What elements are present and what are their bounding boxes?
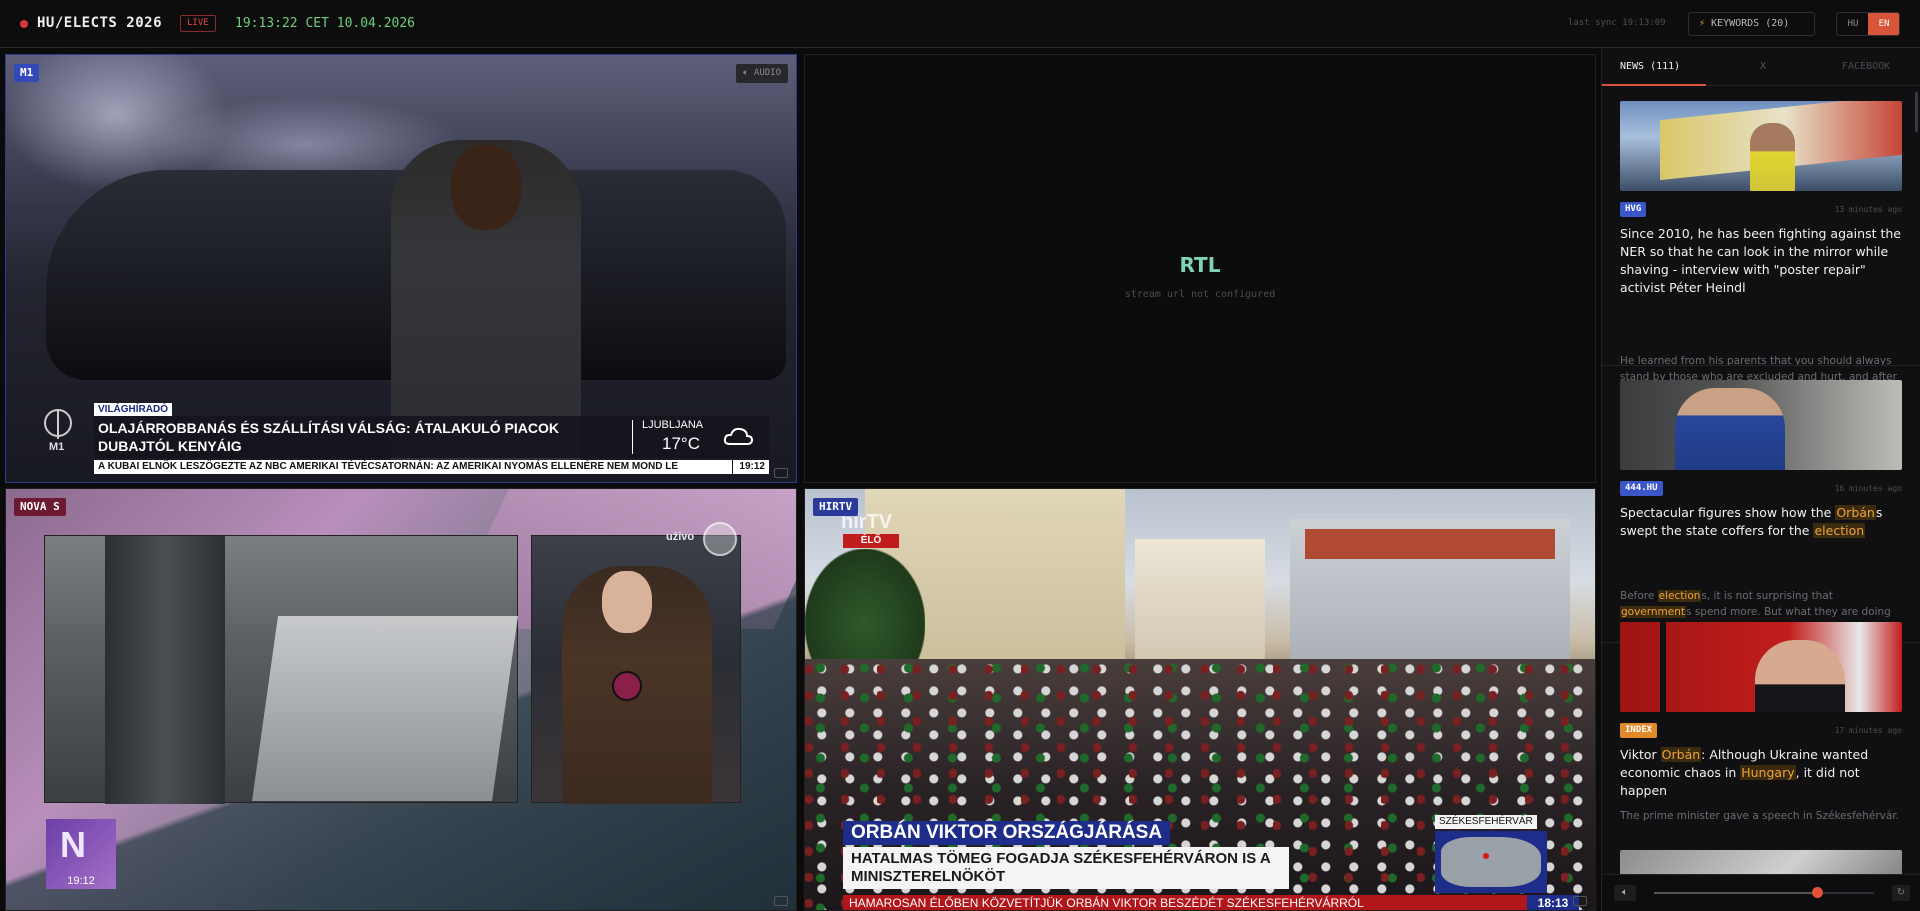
live-label: ÉLŐ	[843, 534, 899, 548]
bolt-icon: ⚡	[1699, 18, 1706, 29]
last-sync-status: last sync 19:13:09	[1568, 18, 1666, 28]
lower-third-title: ORBÁN VIKTOR ORSZÁGJÁRÁSA	[843, 821, 1171, 845]
hungary-map-icon	[1435, 831, 1547, 893]
keywords-button[interactable]: ⚡ KEYWORDS (20)	[1688, 12, 1815, 36]
ticker-text: A KUBAI ELNÖK LESZÖGEZTE AZ NBC AMERIKAI…	[98, 461, 679, 472]
volume-slider[interactable]	[1654, 887, 1874, 898]
m1-logo-label: M1	[49, 441, 65, 453]
nova-watermark-icon	[703, 522, 737, 556]
channel-name: RTL	[1179, 253, 1221, 277]
news-title[interactable]: Spectacular figures show how the Orbáns …	[1620, 504, 1902, 540]
headline: OLAJÁRROBBANÁS ÉS SZÁLLÍTÁSI VÁLSÁG: ÁTA…	[98, 420, 559, 454]
keyword-highlight: Hungary	[1740, 765, 1796, 780]
nova-corner-logo: N 19:12	[46, 819, 116, 889]
news-thumbnail	[1620, 622, 1902, 712]
stream-error-message: stream url not configured	[1124, 289, 1276, 300]
news-title[interactable]: Since 2010, he has been fighting against…	[1620, 225, 1902, 297]
program-name: VILÁGHÍRADÓ	[94, 403, 172, 416]
corner-time: 19:12	[67, 875, 95, 887]
keyword-highlight: government	[1620, 606, 1687, 618]
fullscreen-icon[interactable]	[774, 468, 788, 478]
m1-channel-logo: M1	[44, 409, 72, 453]
source-badge: INDEX	[1620, 723, 1658, 738]
reload-icon[interactable]: ↻	[1892, 885, 1910, 901]
clock: 19:13:22 CET 10.04.2026	[235, 16, 416, 31]
cloud-icon	[723, 427, 754, 445]
news-sidebar: NEWS (111) X FACEBOOK HVG 13 minutes ago…	[1601, 48, 1920, 911]
video-content-reporter	[531, 535, 741, 804]
fullscreen-icon[interactable]	[774, 896, 788, 906]
top-bar: HU/ELECTS 2026 LIVE 19:13:22 CET 10.04.2…	[0, 0, 1920, 48]
volume-slider-knob[interactable]	[1811, 887, 1823, 898]
news-thumbnail	[1620, 101, 1902, 191]
news-description: The prime minister gave a speech in Szék…	[1620, 810, 1900, 822]
lower-third-subtitle: HATALMAS TÖMEG FOGADJA SZÉKESFEHÉRVÁRON …	[843, 847, 1289, 889]
stream-tile-nova-s[interactable]: uživo N 19:12 NOVA S	[5, 488, 797, 911]
news-ticker: A KUBAI ELNÖK LESZÖGEZTE AZ NBC AMERIKAI…	[94, 460, 769, 474]
headline-box: OLAJÁRROBBANÁS ÉS SZÁLLÍTÁSI VÁLSÁG: ÁTA…	[94, 416, 769, 458]
divider	[1602, 365, 1920, 366]
news-ticker: HAMAROSAN ÉLŐBEN KÖZVETÍTJÜK ORBÁN VIKTO…	[843, 895, 1579, 910]
sidebar-tabs: NEWS (111) X FACEBOOK	[1602, 48, 1920, 86]
keyword-highlight: election	[1657, 590, 1702, 602]
source-badge: 444.HU	[1620, 481, 1663, 496]
map-label: SZÉKESFEHÉRVÁR	[1435, 815, 1537, 829]
news-thumbnail	[1620, 380, 1902, 470]
player-controls: 🔈︎ ↻	[1602, 874, 1920, 911]
news-time: 16 minutes ago	[1834, 484, 1902, 493]
keyword-highlight: Orbán	[1660, 747, 1702, 762]
stream-tile-m1[interactable]: M1 🔈︎ AUDIO M1 VILÁGHÍRADÓ OLAJÁRROBBANÁ…	[5, 54, 797, 483]
video-content-presenter-head	[451, 145, 521, 230]
ticker-time: 19:12	[732, 460, 765, 474]
audio-label: AUDIO	[753, 68, 781, 78]
scrollbar[interactable]	[1915, 92, 1918, 132]
weather-city: LJUBLJANA	[642, 419, 704, 431]
tab-news[interactable]: NEWS (111)	[1620, 48, 1680, 86]
live-label: uživo	[666, 531, 695, 543]
news-title[interactable]: Viktor Orbán: Although Ukraine wanted ec…	[1620, 746, 1902, 800]
language-switch: HU EN	[1836, 12, 1900, 36]
source-badge: HVG	[1620, 202, 1647, 217]
live-badge: LIVE	[180, 15, 216, 32]
hirtv-lower-third: ORBÁN VIKTOR ORSZÁGJÁRÁSA HATALMAS TÖMEG…	[843, 815, 1579, 910]
lang-en-button[interactable]: EN	[1868, 13, 1899, 35]
m1-lower-third: M1 VILÁGHÍRADÓ OLAJÁRROBBANÁS ÉS SZÁLLÍT…	[44, 403, 769, 475]
location-pin-icon	[1483, 853, 1489, 859]
active-tab-indicator	[1602, 84, 1706, 86]
video-content-kiosks	[44, 535, 518, 804]
news-time: 13 minutes ago	[1834, 205, 1902, 214]
tab-facebook[interactable]: FACEBOOK	[1842, 48, 1890, 86]
ticker-text: HAMAROSAN ÉLŐBEN KÖZVETÍTJÜK ORBÁN VIKTO…	[849, 896, 1364, 910]
weather-temp: 17°C	[662, 434, 700, 453]
ticker-time: 18:13	[1527, 895, 1579, 910]
news-time: 17 minutes ago	[1834, 726, 1902, 735]
keywords-label: KEYWORDS (20)	[1711, 18, 1790, 29]
fullscreen-icon[interactable]	[1573, 896, 1587, 906]
volume-icon[interactable]: 🔈︎	[1614, 885, 1636, 901]
tab-x[interactable]: X	[1760, 48, 1766, 86]
channel-tag: HIRTV	[813, 498, 859, 516]
app-title: HU/ELECTS 2026	[37, 15, 163, 31]
speaker-icon: 🔈︎	[743, 68, 749, 78]
audio-toggle-button[interactable]: 🔈︎ AUDIO	[736, 64, 788, 83]
stream-tile-rtl[interactable]: RTL stream url not configured	[804, 54, 1596, 483]
live-indicator-dot	[20, 20, 28, 28]
stream-tile-hirtv[interactable]: HIRTV hírTV ÉLŐ ORBÁN VIKTOR ORSZÁGJÁRÁS…	[804, 488, 1596, 911]
keyword-highlight: election	[1813, 523, 1866, 538]
lang-hu-button[interactable]: HU	[1837, 13, 1869, 35]
keyword-highlight: Orbán	[1835, 505, 1876, 520]
channel-tag: M1	[14, 64, 40, 82]
channel-tag: NOVA S	[14, 498, 66, 516]
